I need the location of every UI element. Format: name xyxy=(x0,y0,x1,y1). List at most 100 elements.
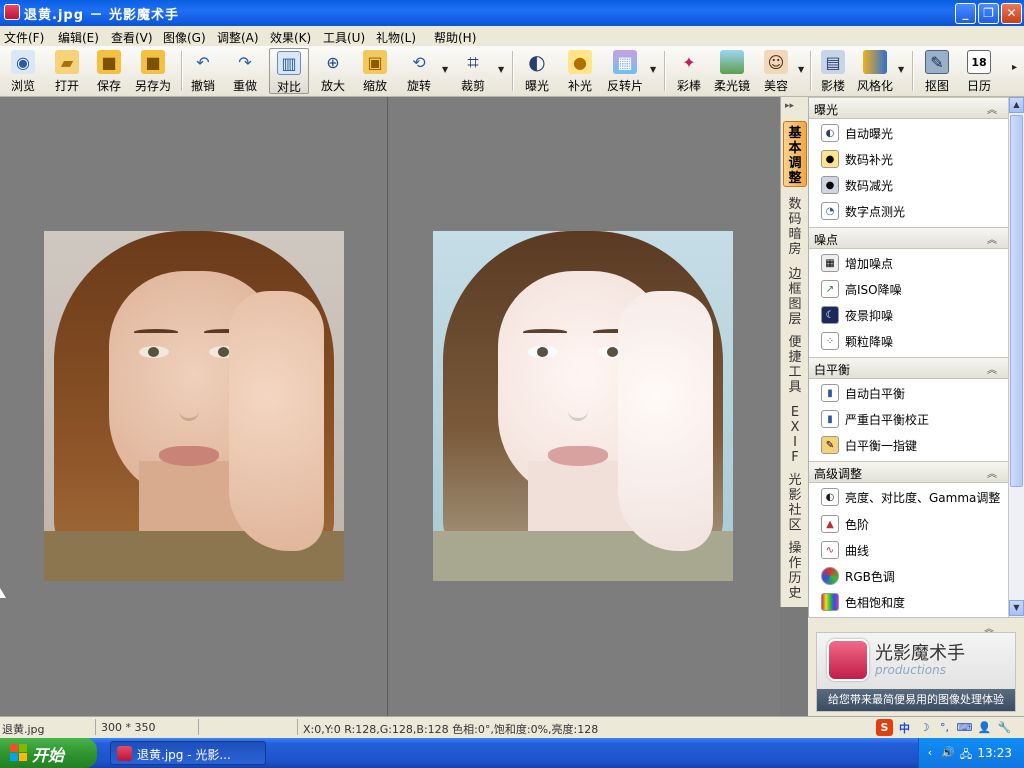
undo-button[interactable]: ↶ 撤销 xyxy=(186,48,220,94)
start-button[interactable]: 开始 xyxy=(0,738,97,768)
user-icon[interactable]: 👤 xyxy=(976,719,993,736)
panel-item-reduce-light[interactable]: ● 数码减光 xyxy=(821,174,893,196)
app-icon[interactable] xyxy=(4,4,20,20)
tab-history[interactable]: 操作历史 xyxy=(783,539,807,601)
menu-gift[interactable]: 礼物(L) xyxy=(376,29,416,46)
punctuation-icon[interactable]: °, xyxy=(936,719,953,736)
panel-item-high-iso[interactable]: ↗ 高ISO降噪 xyxy=(821,278,902,300)
processed-image-pane[interactable] xyxy=(389,97,780,716)
tray-expand-icon[interactable]: ‹ xyxy=(923,746,937,760)
frame-button[interactable]: ▤ 影楼 xyxy=(816,48,850,94)
toolbar-overflow-arrow[interactable]: ▸ xyxy=(1012,62,1017,73)
face-icon: ☺ xyxy=(764,50,788,74)
collapse-icon[interactable]: ︽ xyxy=(987,101,997,116)
panel-scrollbar[interactable]: ▲ ▼ xyxy=(1008,97,1024,617)
cutout-button[interactable]: ✎ 抠图 xyxy=(920,48,954,94)
tab-community[interactable]: 光影社区 xyxy=(783,471,807,533)
minimize-button[interactable]: _ xyxy=(955,3,976,24)
crop-button[interactable]: ⌗ 裁剪 xyxy=(456,48,490,94)
fill-light-button[interactable]: ● 补光 xyxy=(563,48,597,94)
browse-button[interactable]: ◉ 浏览 xyxy=(6,48,40,94)
panel-item-add-noise[interactable]: ▦ 增加噪点 xyxy=(821,252,893,274)
scroll-up-arrow[interactable]: ▲ xyxy=(1009,97,1024,113)
original-image-pane[interactable] xyxy=(0,97,388,716)
panel-item-wb-one-click[interactable]: ✎ 白平衡一指键 xyxy=(821,434,917,456)
ime-language-indicator[interactable]: 中 xyxy=(896,719,913,736)
network-icon[interactable]: 🖧 xyxy=(959,746,973,761)
tab-basic-adjust[interactable]: 基本调整 xyxy=(783,121,807,187)
magic-wand-icon: ✦ xyxy=(682,52,696,72)
taskbar-app-item[interactable]: 退黄.jpg - 光影... xyxy=(110,741,266,765)
section-header-noise[interactable]: 噪点 ︽ xyxy=(809,227,1008,249)
stylize-dropdown-arrow[interactable]: ▼ xyxy=(898,65,904,74)
open-button[interactable]: ▰ 打开 xyxy=(50,48,84,94)
menu-view[interactable]: 查看(V) xyxy=(111,29,153,46)
collapse-panel-icon[interactable]: ▸▸ xyxy=(785,101,794,111)
section-header-white-balance[interactable]: 白平衡 ︽ xyxy=(809,357,1008,379)
rotate-dropdown-arrow[interactable]: ▼ xyxy=(442,65,448,74)
collapse-icon[interactable]: ︽ xyxy=(987,231,997,246)
tab-exif[interactable]: EXIF xyxy=(783,403,807,465)
calendar-button[interactable]: 18 日历 xyxy=(962,48,996,94)
section-header-exposure[interactable]: 曝光 ︽ xyxy=(809,97,1008,119)
tab-quick-tools[interactable]: 便捷工具 xyxy=(783,333,807,395)
scroll-thumb[interactable] xyxy=(1010,115,1023,487)
panel-item-levels[interactable]: ▲ 色阶 xyxy=(821,513,869,535)
panel-item-curves[interactable]: ∿ 曲线 xyxy=(821,539,869,561)
panel-item-severe-wb[interactable]: ▮ 严重白平衡校正 xyxy=(821,408,929,430)
processed-photo[interactable] xyxy=(433,231,733,581)
panel-item-auto-wb[interactable]: ▮ 自动白平衡 xyxy=(821,382,905,404)
color-stick-button[interactable]: ✦ 彩棒 xyxy=(672,48,706,94)
original-photo[interactable] xyxy=(44,231,344,581)
scroll-down-arrow[interactable]: ▼ xyxy=(1009,600,1024,616)
menu-adjust[interactable]: 调整(A) xyxy=(217,29,259,46)
promo-banner[interactable]: 光影魔术手 productions 给您带来最简便易用的图像处理体验 xyxy=(816,632,1016,712)
menu-effect[interactable]: 效果(K) xyxy=(270,29,311,46)
panel-item-rgb[interactable]: RGB色调 xyxy=(821,565,895,587)
beauty-button[interactable]: ☺ 美容 xyxy=(759,48,793,94)
collapse-icon[interactable]: ︽ xyxy=(987,361,997,376)
redo-button[interactable]: ↷ 重做 xyxy=(228,48,262,94)
close-button[interactable]: ✕ xyxy=(1001,3,1022,24)
soft-focus-button[interactable]: 柔光镜 xyxy=(712,48,752,94)
menu-file[interactable]: 文件(F) xyxy=(4,29,44,46)
stylize-button[interactable]: 风格化 xyxy=(855,48,895,94)
menu-help[interactable]: 帮助(H) xyxy=(434,29,476,46)
panel-item-spot-metering[interactable]: ◔ 数字点测光 xyxy=(821,200,905,222)
invert-button[interactable]: ▦ 反转片 xyxy=(604,48,646,94)
status-dimensions: 300 * 350 xyxy=(101,721,156,734)
invert-dropdown-arrow[interactable]: ▼ xyxy=(650,65,656,74)
moon-icon[interactable]: ☽ xyxy=(916,719,933,736)
panel-item-brightness-contrast[interactable]: ◐ 亮度、对比度、Gamma调整 xyxy=(821,486,1000,508)
tab-frame-layer[interactable]: 边框图层 xyxy=(783,265,807,327)
panel-item-hue-saturation[interactable]: 色相饱和度 xyxy=(821,591,905,613)
compare-button[interactable]: ▥ 对比 xyxy=(269,48,309,94)
keyboard-icon[interactable]: ⌨ xyxy=(956,719,973,736)
save-button[interactable]: ■ 保存 xyxy=(92,48,126,94)
maximize-button[interactable]: ❐ xyxy=(978,3,999,24)
panel-item-auto-exposure[interactable]: ◐ 自动曝光 xyxy=(821,122,893,144)
menu-tools[interactable]: 工具(U) xyxy=(323,29,365,46)
menu-image[interactable]: 图像(G) xyxy=(163,29,206,46)
collapse-icon[interactable]: ︽ xyxy=(987,465,997,480)
noise-icon: ▦ xyxy=(821,254,839,272)
panel-item-grain-noise[interactable]: ⁘ 颗粒降噪 xyxy=(821,330,893,352)
clock[interactable]: 13:23 xyxy=(977,746,1012,760)
sogou-icon[interactable]: S xyxy=(876,719,893,736)
wrench-icon[interactable]: 🔧 xyxy=(996,719,1013,736)
rotate-button[interactable]: ⟲ 旋转 xyxy=(402,48,436,94)
exposure-icon: ◐ xyxy=(528,50,546,74)
section-header-advanced[interactable]: 高级调整 ︽ xyxy=(809,461,1008,483)
menu-edit[interactable]: 编辑(E) xyxy=(58,29,99,46)
panel-item-night-noise[interactable]: ☾ 夜景抑噪 xyxy=(821,304,893,326)
exposure-button[interactable]: ◐ 曝光 xyxy=(520,48,554,94)
tab-digital-darkroom[interactable]: 数码暗房 xyxy=(783,195,807,257)
zoom-in-button[interactable]: ⊕ 放大 xyxy=(316,48,350,94)
crop-dropdown-arrow[interactable]: ▼ xyxy=(498,65,504,74)
shrink-button[interactable]: ▣ 缩放 xyxy=(358,48,392,94)
beauty-dropdown-arrow[interactable]: ▼ xyxy=(798,65,804,74)
panel-item-fill-light[interactable]: ● 数码补光 xyxy=(821,148,893,170)
histogram-icon: ▮ xyxy=(821,384,839,402)
volume-icon[interactable]: 🔊 xyxy=(941,746,955,760)
save-as-button[interactable]: ■ 另存为 xyxy=(132,48,174,94)
